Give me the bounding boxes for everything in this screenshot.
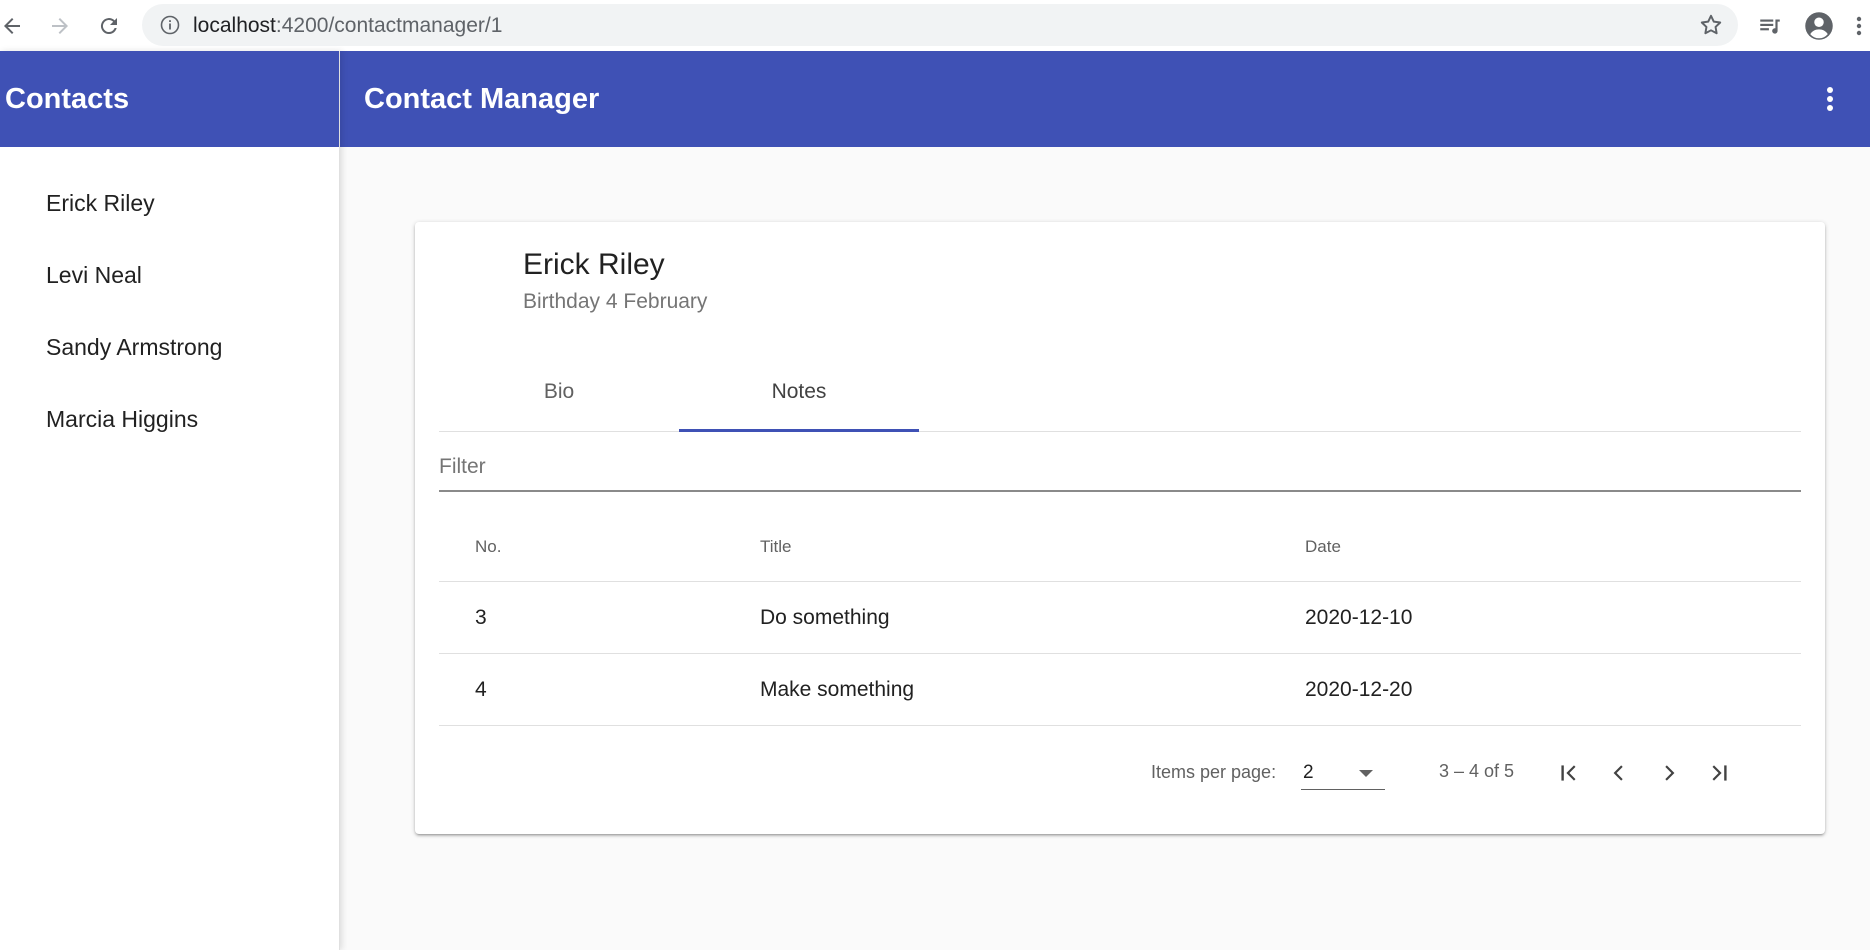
url-text: localhost:4200/contactmanager/1	[193, 14, 502, 38]
url-host: localhost	[193, 14, 276, 37]
tab-group: Bio Notes	[439, 352, 1801, 432]
filter-field[interactable]	[439, 432, 1801, 492]
cell-no: 3	[475, 605, 487, 629]
address-bar[interactable]: localhost:4200/contactmanager/1	[142, 4, 1738, 46]
cell-title: Make something	[760, 677, 915, 701]
contact-item[interactable]: Marcia Higgins	[0, 383, 339, 455]
contact-item[interactable]: Levi Neal	[0, 239, 339, 311]
contact-name: Erick Riley	[523, 248, 665, 281]
tab-bio[interactable]: Bio	[439, 352, 679, 432]
notes-table: No. Title Date 3 Do something 2020-12-10…	[439, 512, 1801, 726]
contact-item[interactable]: Sandy Armstrong	[0, 311, 339, 383]
sidenav-header: Contacts	[0, 51, 339, 147]
star-icon[interactable]	[1698, 12, 1724, 43]
app-toolbar: Contact Manager	[340, 51, 1870, 147]
header-date[interactable]: Date	[1305, 512, 1341, 581]
url-path: :4200/contactmanager/1	[275, 14, 503, 37]
cell-no: 4	[475, 677, 487, 701]
tab-notes[interactable]: Notes	[679, 352, 919, 432]
sidenav: Contacts Erick Riley Levi Neal Sandy Arm…	[0, 51, 340, 950]
browser-toolbar: localhost:4200/contactmanager/1	[0, 0, 1870, 51]
page-size-value: 2	[1303, 762, 1314, 783]
filter-input[interactable]	[439, 452, 1801, 482]
chrome-menu-icon[interactable]	[1848, 8, 1870, 44]
table-row[interactable]: 3 Do something 2020-12-10	[439, 582, 1801, 654]
items-per-page-label: Items per page:	[1151, 762, 1277, 782]
header-title[interactable]: Title	[760, 512, 792, 581]
forward-icon[interactable]	[42, 8, 78, 44]
more-vert-icon[interactable]	[1810, 79, 1850, 119]
contact-item[interactable]: Erick Riley	[0, 167, 339, 239]
range-label: 3 – 4 of 5	[1439, 761, 1515, 781]
app-title: Contact Manager	[364, 82, 600, 115]
first-page-icon[interactable]	[1544, 748, 1594, 798]
sidenav-title: Contacts	[5, 82, 130, 115]
media-icon[interactable]	[1752, 8, 1788, 44]
contact-card: Erick Riley Birthday 4 February Bio Note…	[415, 222, 1825, 834]
cell-date: 2020-12-10	[1305, 605, 1413, 629]
profile-icon[interactable]	[1801, 8, 1837, 44]
reload-icon[interactable]	[91, 8, 127, 44]
next-page-icon[interactable]	[1644, 748, 1694, 798]
paginator: Items per page: 2 3 – 4 of 5	[439, 742, 1801, 806]
table-row[interactable]: 4 Make something 2020-12-20	[439, 654, 1801, 726]
back-icon[interactable]	[0, 8, 30, 44]
header-no[interactable]: No.	[475, 512, 501, 581]
last-page-icon[interactable]	[1694, 748, 1744, 798]
cell-date: 2020-12-20	[1305, 677, 1413, 701]
contact-list: Erick Riley Levi Neal Sandy Armstrong Ma…	[0, 147, 339, 455]
previous-page-icon[interactable]	[1594, 748, 1644, 798]
cell-title: Do something	[760, 605, 890, 629]
page-size-select[interactable]: 2	[1301, 754, 1385, 790]
dropdown-arrow-icon	[1359, 770, 1373, 777]
info-icon[interactable]	[160, 15, 180, 40]
table-header-row: No. Title Date	[439, 512, 1801, 582]
contact-birthday: Birthday 4 February	[523, 290, 708, 313]
